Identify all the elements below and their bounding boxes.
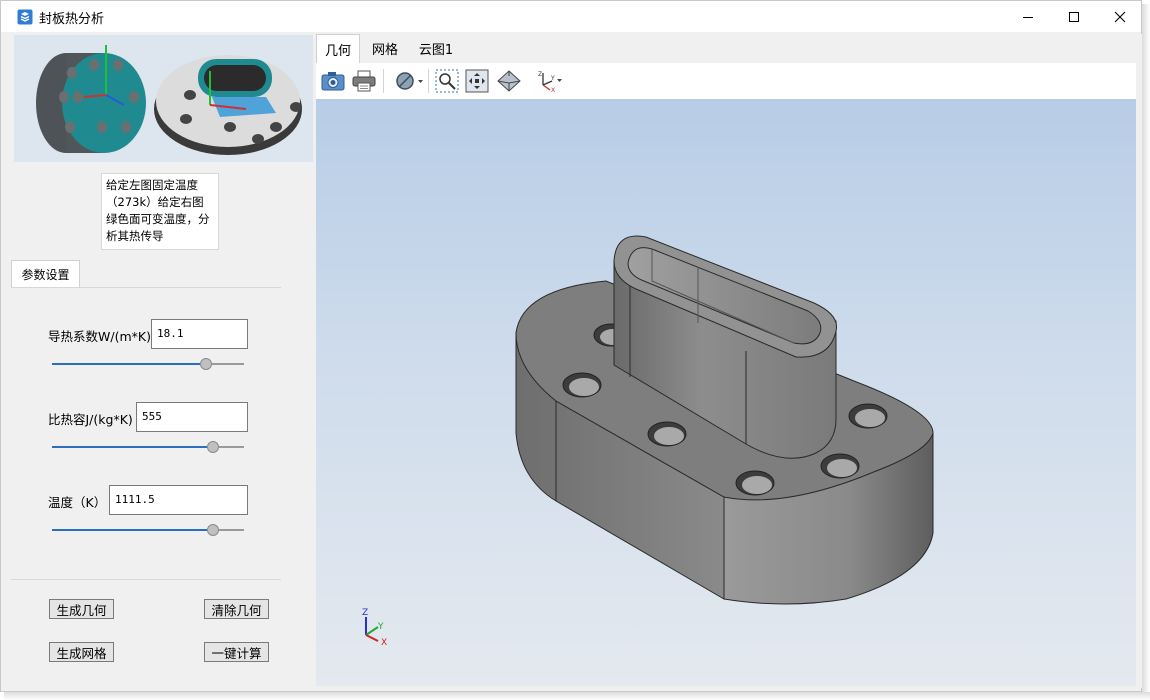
camera-icon[interactable]: [320, 68, 346, 94]
specific-heat-input[interactable]: 555: [136, 402, 248, 432]
temperature-label: 温度（K）: [48, 495, 107, 510]
slider-thumb[interactable]: [207, 524, 219, 536]
3d-viewport[interactable]: Z Y X: [316, 99, 1136, 686]
axis-z-label: Z: [362, 608, 368, 618]
description-text: 给定左图固定温度（273k）给定右图绿色面可变温度，分析其热传导: [101, 173, 219, 250]
generate-mesh-button[interactable]: 生成网格: [49, 642, 114, 662]
minimize-icon: [1023, 16, 1033, 18]
slider-thumb[interactable]: [207, 441, 219, 453]
slider-fill: [52, 446, 207, 448]
fit-all-icon[interactable]: [464, 68, 490, 94]
window-shadow: [1142, 4, 1150, 700]
window-title: 封板热分析: [39, 12, 105, 27]
toolbar-separator: [428, 69, 429, 93]
left-panel: 给定左图固定温度（273k）给定右图绿色面可变温度，分析其热传导 参数设置 导热…: [11, 33, 314, 688]
app-window: 封板热分析 给定左图固定温度（273k）给定右图绿色面可变温度，分析其热传导 参…: [0, 0, 1142, 692]
conductivity-slider[interactable]: [52, 358, 244, 370]
model-preview-image: [14, 35, 313, 162]
tab-geometry[interactable]: 几何: [316, 34, 360, 63]
slider-track: [219, 529, 244, 531]
axes-triad-icon[interactable]: Z Y X: [534, 68, 566, 94]
slider-track: [212, 363, 244, 365]
window-shadow: [4, 692, 1150, 700]
slider-thumb[interactable]: [200, 358, 212, 370]
specific-heat-slider[interactable]: [52, 441, 244, 453]
toolbar-separator: [383, 69, 384, 93]
temperature-input[interactable]: 1111.5: [109, 485, 248, 515]
zoom-area-icon[interactable]: [434, 68, 460, 94]
axis-triad: Z Y X: [362, 608, 387, 648]
temperature-slider[interactable]: [52, 524, 244, 536]
slider-track: [219, 446, 244, 448]
title-bar: 封板热分析: [1, 1, 1141, 32]
axis-x-label: X: [381, 638, 387, 648]
maximize-icon: [1069, 11, 1079, 22]
right-panel: 几何 网格 云图1 Z Y X Z Y X: [314, 34, 1142, 688]
conductivity-label: 导热系数W/(m*K): [48, 329, 151, 344]
viewer-toolbar: Z Y X: [316, 63, 1136, 99]
slider-fill: [52, 529, 207, 531]
tab-divider: [11, 287, 281, 288]
axis-y-label: Y: [377, 622, 384, 632]
clear-geometry-button[interactable]: 清除几何: [204, 599, 269, 619]
conductivity-input[interactable]: 18.1: [151, 319, 248, 349]
slider-fill: [52, 363, 200, 365]
svg-text:Y: Y: [550, 75, 555, 82]
section-divider: [11, 579, 281, 580]
svg-text:Z: Z: [538, 71, 542, 78]
printer-icon[interactable]: [351, 68, 377, 94]
display-mode-icon[interactable]: [394, 68, 426, 94]
tab-parameter-settings[interactable]: 参数设置: [11, 260, 80, 288]
minimize-button[interactable]: [1005, 1, 1051, 32]
svg-text:X: X: [551, 87, 555, 93]
app-icon: [17, 9, 33, 25]
maximize-button[interactable]: [1051, 1, 1097, 32]
view-orientation-icon[interactable]: [496, 68, 522, 94]
tab-mesh[interactable]: 网格: [362, 34, 408, 63]
close-icon: [1114, 11, 1126, 22]
3d-model: [515, 235, 934, 605]
specific-heat-label: 比热容J/(kg*K): [48, 412, 133, 427]
tab-contour-1[interactable]: 云图1: [412, 34, 460, 63]
one-click-compute-button[interactable]: 一键计算: [204, 642, 269, 662]
generate-geometry-button[interactable]: 生成几何: [49, 599, 114, 619]
close-button[interactable]: [1097, 1, 1143, 32]
